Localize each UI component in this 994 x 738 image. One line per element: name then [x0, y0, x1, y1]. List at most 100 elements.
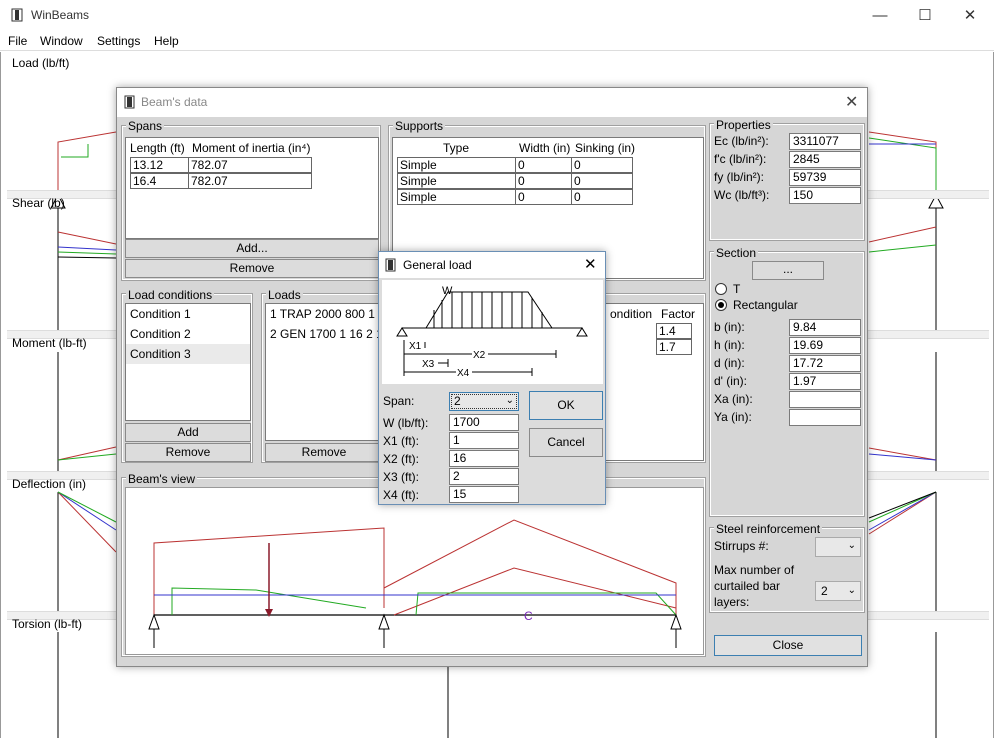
- section-browse-button[interactable]: ...: [752, 261, 824, 280]
- supports-cell[interactable]: 0: [515, 189, 572, 205]
- combination-factor-cell[interactable]: 1.7: [656, 339, 692, 355]
- menu-window[interactable]: Window: [40, 34, 83, 48]
- b-input[interactable]: 9.84: [789, 319, 861, 336]
- maximize-button[interactable]: ☐: [902, 0, 948, 31]
- radio-rectangular-label: Rectangular: [733, 298, 798, 312]
- combination-header-condition: ondition: [610, 307, 653, 321]
- x4-input[interactable]: 15: [449, 486, 519, 503]
- supports-cell[interactable]: Simple: [397, 189, 516, 205]
- steel-reinforcement-group: Steel reinforcement Stirrups #: ⌄ Max nu…: [709, 522, 865, 613]
- plot-label-moment: Moment (lb-ft): [12, 336, 87, 350]
- load-condition-add-button[interactable]: Add: [125, 423, 251, 442]
- menu-file[interactable]: File: [8, 34, 27, 48]
- combination-factor-cell[interactable]: 1.4: [656, 323, 692, 339]
- combination-group: ondition Factor 1.4 1.7: [601, 293, 706, 463]
- d-label: d (in):: [714, 356, 745, 370]
- fy-input[interactable]: 59739: [789, 169, 861, 186]
- ec-input[interactable]: 3311077: [789, 133, 861, 150]
- diagram-label-x2: X2: [473, 350, 486, 361]
- x1-input[interactable]: 1: [449, 432, 519, 449]
- radio-rectangular[interactable]: [715, 299, 727, 311]
- plot-label-load: Load (lb/ft): [12, 56, 70, 70]
- plot-label-deflection: Deflection (in): [12, 477, 87, 491]
- load-condition-remove-button[interactable]: Remove: [125, 443, 251, 462]
- b-label: b (in):: [714, 320, 745, 334]
- stirrups-select[interactable]: ⌄: [815, 537, 861, 557]
- x3-input[interactable]: 2: [449, 468, 519, 485]
- general-load-cancel-button[interactable]: Cancel: [529, 428, 603, 457]
- loads-list: 1 TRAP 2000 800 1 1 2 GEN 1700 1 16 2 1: [265, 303, 381, 441]
- x1-label: X1 (ft):: [383, 434, 420, 448]
- svg-text:C: C: [524, 609, 533, 623]
- wc-input[interactable]: 150: [789, 187, 861, 204]
- beams-dialog-close-icon[interactable]: ✕: [845, 92, 858, 112]
- supports-cell[interactable]: 0: [515, 173, 572, 189]
- load-item[interactable]: 2 GEN 1700 1 16 2 1: [266, 324, 380, 344]
- load-item[interactable]: 1 TRAP 2000 800 1 1: [266, 304, 380, 324]
- general-load-ok-button[interactable]: OK: [529, 391, 603, 420]
- close-app-button[interactable]: ✕: [947, 0, 993, 31]
- supports-cell[interactable]: 0: [571, 189, 633, 205]
- steel-title: Steel reinforcement: [714, 522, 823, 536]
- w-input[interactable]: 1700: [449, 414, 519, 431]
- supports-cell[interactable]: 0: [571, 157, 633, 173]
- beams-dialog-title: Beam's data: [141, 95, 208, 109]
- plot-label-torsion: Torsion (lb-ft): [12, 617, 83, 631]
- menu-bar: File Window Settings Help _ ⧉ ✕: [0, 31, 994, 80]
- dialog-icon: [124, 95, 135, 109]
- spans-add-button[interactable]: Add...: [125, 239, 379, 258]
- loads-remove-button[interactable]: Remove: [265, 443, 383, 462]
- x2-label: X2 (ft):: [383, 452, 420, 466]
- spans-cell[interactable]: 13.12: [130, 157, 189, 173]
- load-condition-item[interactable]: Condition 1: [126, 304, 250, 324]
- stirrups-label: Stirrups #:: [714, 539, 769, 553]
- supports-cell[interactable]: 0: [571, 173, 633, 189]
- fc-input[interactable]: 2845: [789, 151, 861, 168]
- h-input[interactable]: 19.69: [789, 337, 861, 354]
- xa-input[interactable]: [789, 391, 861, 408]
- load-condition-item[interactable]: Condition 2: [126, 324, 250, 344]
- span-label: Span:: [383, 394, 415, 408]
- app-icon: [11, 8, 23, 22]
- d-prime-input[interactable]: 1.97: [789, 373, 861, 390]
- dialog-icon: [385, 258, 396, 272]
- spans-header-length: Length (ft): [130, 141, 185, 155]
- app-titlebar: WinBeams — ☐ ✕: [0, 0, 994, 31]
- x2-input[interactable]: 16: [449, 450, 519, 467]
- spans-header-inertia: Moment of inertia (in⁴): [192, 141, 311, 155]
- supports-cell[interactable]: Simple: [397, 173, 516, 189]
- beams-dialog-titlebar: Beam's data ✕: [117, 88, 867, 117]
- combination-header-factor: Factor: [661, 307, 696, 321]
- spans-cell[interactable]: 16.4: [130, 173, 189, 189]
- h-label: h (in):: [714, 338, 745, 352]
- beams-close-button[interactable]: Close: [714, 635, 862, 656]
- section-title: Section: [714, 246, 759, 260]
- supports-cell[interactable]: 0: [515, 157, 572, 173]
- diagram-label-x4: X4: [457, 368, 470, 379]
- minimize-button[interactable]: —: [857, 0, 903, 31]
- diagram-label-w: W: [442, 285, 453, 297]
- chevron-down-icon: ⌄: [505, 395, 514, 406]
- spans-remove-button[interactable]: Remove: [125, 259, 379, 278]
- spans-cell[interactable]: 782.07: [188, 157, 312, 173]
- load-condition-item-selected[interactable]: Condition 3: [126, 344, 250, 364]
- supports-cell[interactable]: Simple: [397, 157, 516, 173]
- max-layers-select[interactable]: 2 ⌄: [815, 581, 861, 601]
- supports-header-type: Type: [443, 141, 470, 155]
- general-load-dialog: General load ✕ W X1 X2 X3 X4 Span: 2 ⌄ W…: [378, 251, 606, 505]
- combination-table: ondition Factor 1.4 1.7: [605, 303, 704, 461]
- x3-label: X3 (ft):: [383, 470, 420, 484]
- beams-view-canvas: C: [125, 487, 704, 655]
- spans-cell[interactable]: 782.07: [188, 173, 312, 189]
- chevron-down-icon: ⌄: [847, 585, 856, 596]
- d-input[interactable]: 17.72: [789, 355, 861, 372]
- general-load-titlebar: General load ✕: [379, 252, 605, 278]
- span-select[interactable]: 2 ⌄: [449, 392, 519, 411]
- diagram-label-x3: X3: [422, 359, 435, 370]
- beams-view-title: Beam's view: [126, 472, 197, 486]
- menu-help[interactable]: Help: [154, 34, 179, 48]
- radio-t[interactable]: [715, 283, 727, 295]
- menu-settings[interactable]: Settings: [97, 34, 140, 48]
- ya-input[interactable]: [789, 409, 861, 426]
- general-load-close-icon[interactable]: ✕: [584, 255, 597, 273]
